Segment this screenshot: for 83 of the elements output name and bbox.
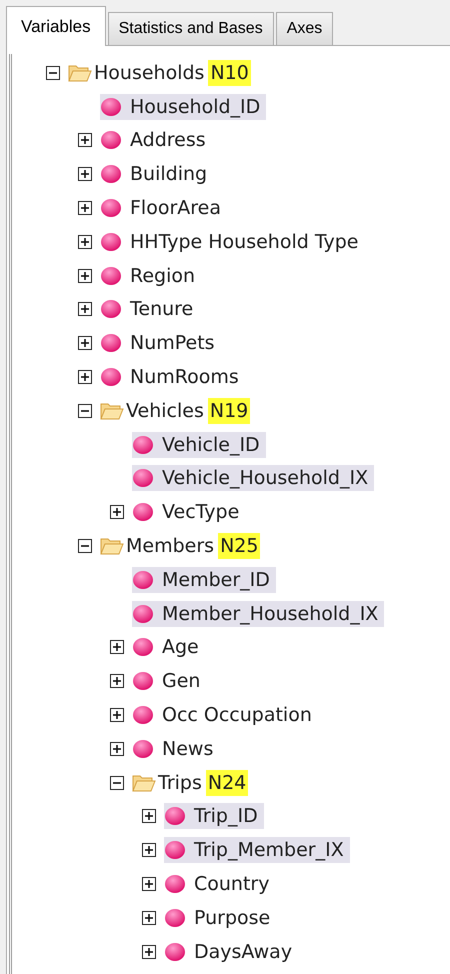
- ball-icon: [100, 367, 122, 388]
- ball-icon: [164, 942, 186, 962]
- expand-icon[interactable]: [110, 505, 124, 520]
- variable-item[interactable]: NumPets: [100, 330, 221, 356]
- ball-icon: [100, 333, 122, 354]
- variable-item[interactable]: Building: [100, 161, 214, 188]
- ball-icon: [100, 164, 122, 184]
- variable-item[interactable]: Occ Occupation: [132, 702, 318, 728]
- ball-icon: [164, 840, 186, 860]
- expand-icon[interactable]: [78, 234, 92, 249]
- count-badge: N10: [208, 60, 251, 86]
- variable-item[interactable]: Age: [132, 634, 205, 660]
- variable-item[interactable]: Address: [100, 127, 212, 154]
- variable-item[interactable]: Member_ID: [132, 566, 276, 593]
- expand-icon[interactable]: [78, 302, 92, 316]
- expand-icon[interactable]: [110, 708, 124, 722]
- expand-icon[interactable]: [142, 944, 156, 959]
- variable-item[interactable]: Gen: [132, 668, 206, 694]
- ball-icon: [164, 874, 186, 894]
- expand-icon[interactable]: [142, 843, 156, 858]
- variable-item[interactable]: FloorArea: [100, 195, 227, 222]
- folder-icon: [100, 536, 124, 556]
- expand-icon[interactable]: [78, 201, 92, 216]
- tab[interactable]: Axes: [276, 12, 334, 46]
- collapse-icon[interactable]: [46, 66, 60, 80]
- ball-icon: [132, 434, 154, 455]
- tab[interactable]: Statistics and Bases: [108, 12, 274, 46]
- ball-icon: [132, 570, 154, 590]
- expand-icon[interactable]: [110, 742, 124, 756]
- ball-icon: [164, 806, 186, 826]
- variable-item[interactable]: Member_Household_IX: [132, 600, 384, 627]
- expand-icon[interactable]: [142, 877, 156, 892]
- expand-icon[interactable]: [78, 133, 92, 148]
- expand-icon[interactable]: [78, 167, 92, 182]
- expand-icon[interactable]: [142, 809, 156, 824]
- ball-icon: [132, 468, 154, 488]
- expand-icon[interactable]: [78, 370, 92, 384]
- ball-icon: [100, 198, 122, 218]
- folder-icon: [68, 62, 92, 83]
- ball-icon: [132, 604, 154, 624]
- ball-icon: [100, 299, 122, 320]
- ball-icon: [164, 908, 186, 928]
- folder-label[interactable]: Members: [126, 535, 214, 558]
- ball-icon: [132, 502, 154, 522]
- expand-icon[interactable]: [78, 336, 92, 350]
- folder-icon: [100, 400, 124, 421]
- variable-item[interactable]: Region: [100, 262, 202, 289]
- tab[interactable]: Variables: [6, 6, 106, 46]
- variable-item[interactable]: NumRooms: [100, 364, 245, 390]
- count-badge: N24: [206, 770, 248, 796]
- folder-label[interactable]: Households: [94, 62, 204, 84]
- ball-icon: [132, 637, 154, 658]
- ball-icon: [132, 671, 154, 692]
- folder-label[interactable]: Vehicles: [126, 400, 204, 422]
- ball-icon: [100, 232, 122, 252]
- variable-item[interactable]: News: [132, 736, 220, 762]
- ball-icon: [100, 266, 122, 286]
- collapse-icon[interactable]: [78, 404, 92, 418]
- collapse-icon[interactable]: [110, 776, 124, 790]
- variable-item[interactable]: HHType Household Type: [100, 228, 364, 255]
- variable-item[interactable]: Trip_Member_IX: [164, 837, 350, 864]
- ball-icon: [100, 130, 122, 150]
- ball-icon: [132, 738, 154, 759]
- count-badge: N19: [208, 398, 250, 424]
- count-badge: N25: [218, 533, 260, 560]
- variable-item[interactable]: Trip_ID: [164, 803, 264, 830]
- expand-icon[interactable]: [110, 674, 124, 688]
- variable-item[interactable]: Vehicle_Household_IX: [132, 465, 374, 492]
- folder-label[interactable]: Trips: [158, 772, 202, 794]
- variable-item[interactable]: Country: [164, 871, 276, 898]
- variable-item[interactable]: Purpose: [164, 904, 276, 931]
- collapse-icon[interactable]: [78, 539, 92, 554]
- variable-item[interactable]: VecType: [132, 499, 246, 526]
- variable-item[interactable]: Tenure: [100, 296, 200, 322]
- ball-icon: [100, 96, 122, 117]
- ball-icon: [132, 705, 154, 726]
- variable-item[interactable]: DaysAway: [164, 938, 298, 965]
- expand-icon[interactable]: [110, 640, 124, 654]
- folder-icon: [132, 772, 156, 793]
- variable-item[interactable]: Household_ID: [100, 94, 266, 120]
- variable-item[interactable]: Vehicle_ID: [132, 432, 266, 458]
- expand-icon[interactable]: [78, 268, 92, 283]
- expand-icon[interactable]: [142, 910, 156, 925]
